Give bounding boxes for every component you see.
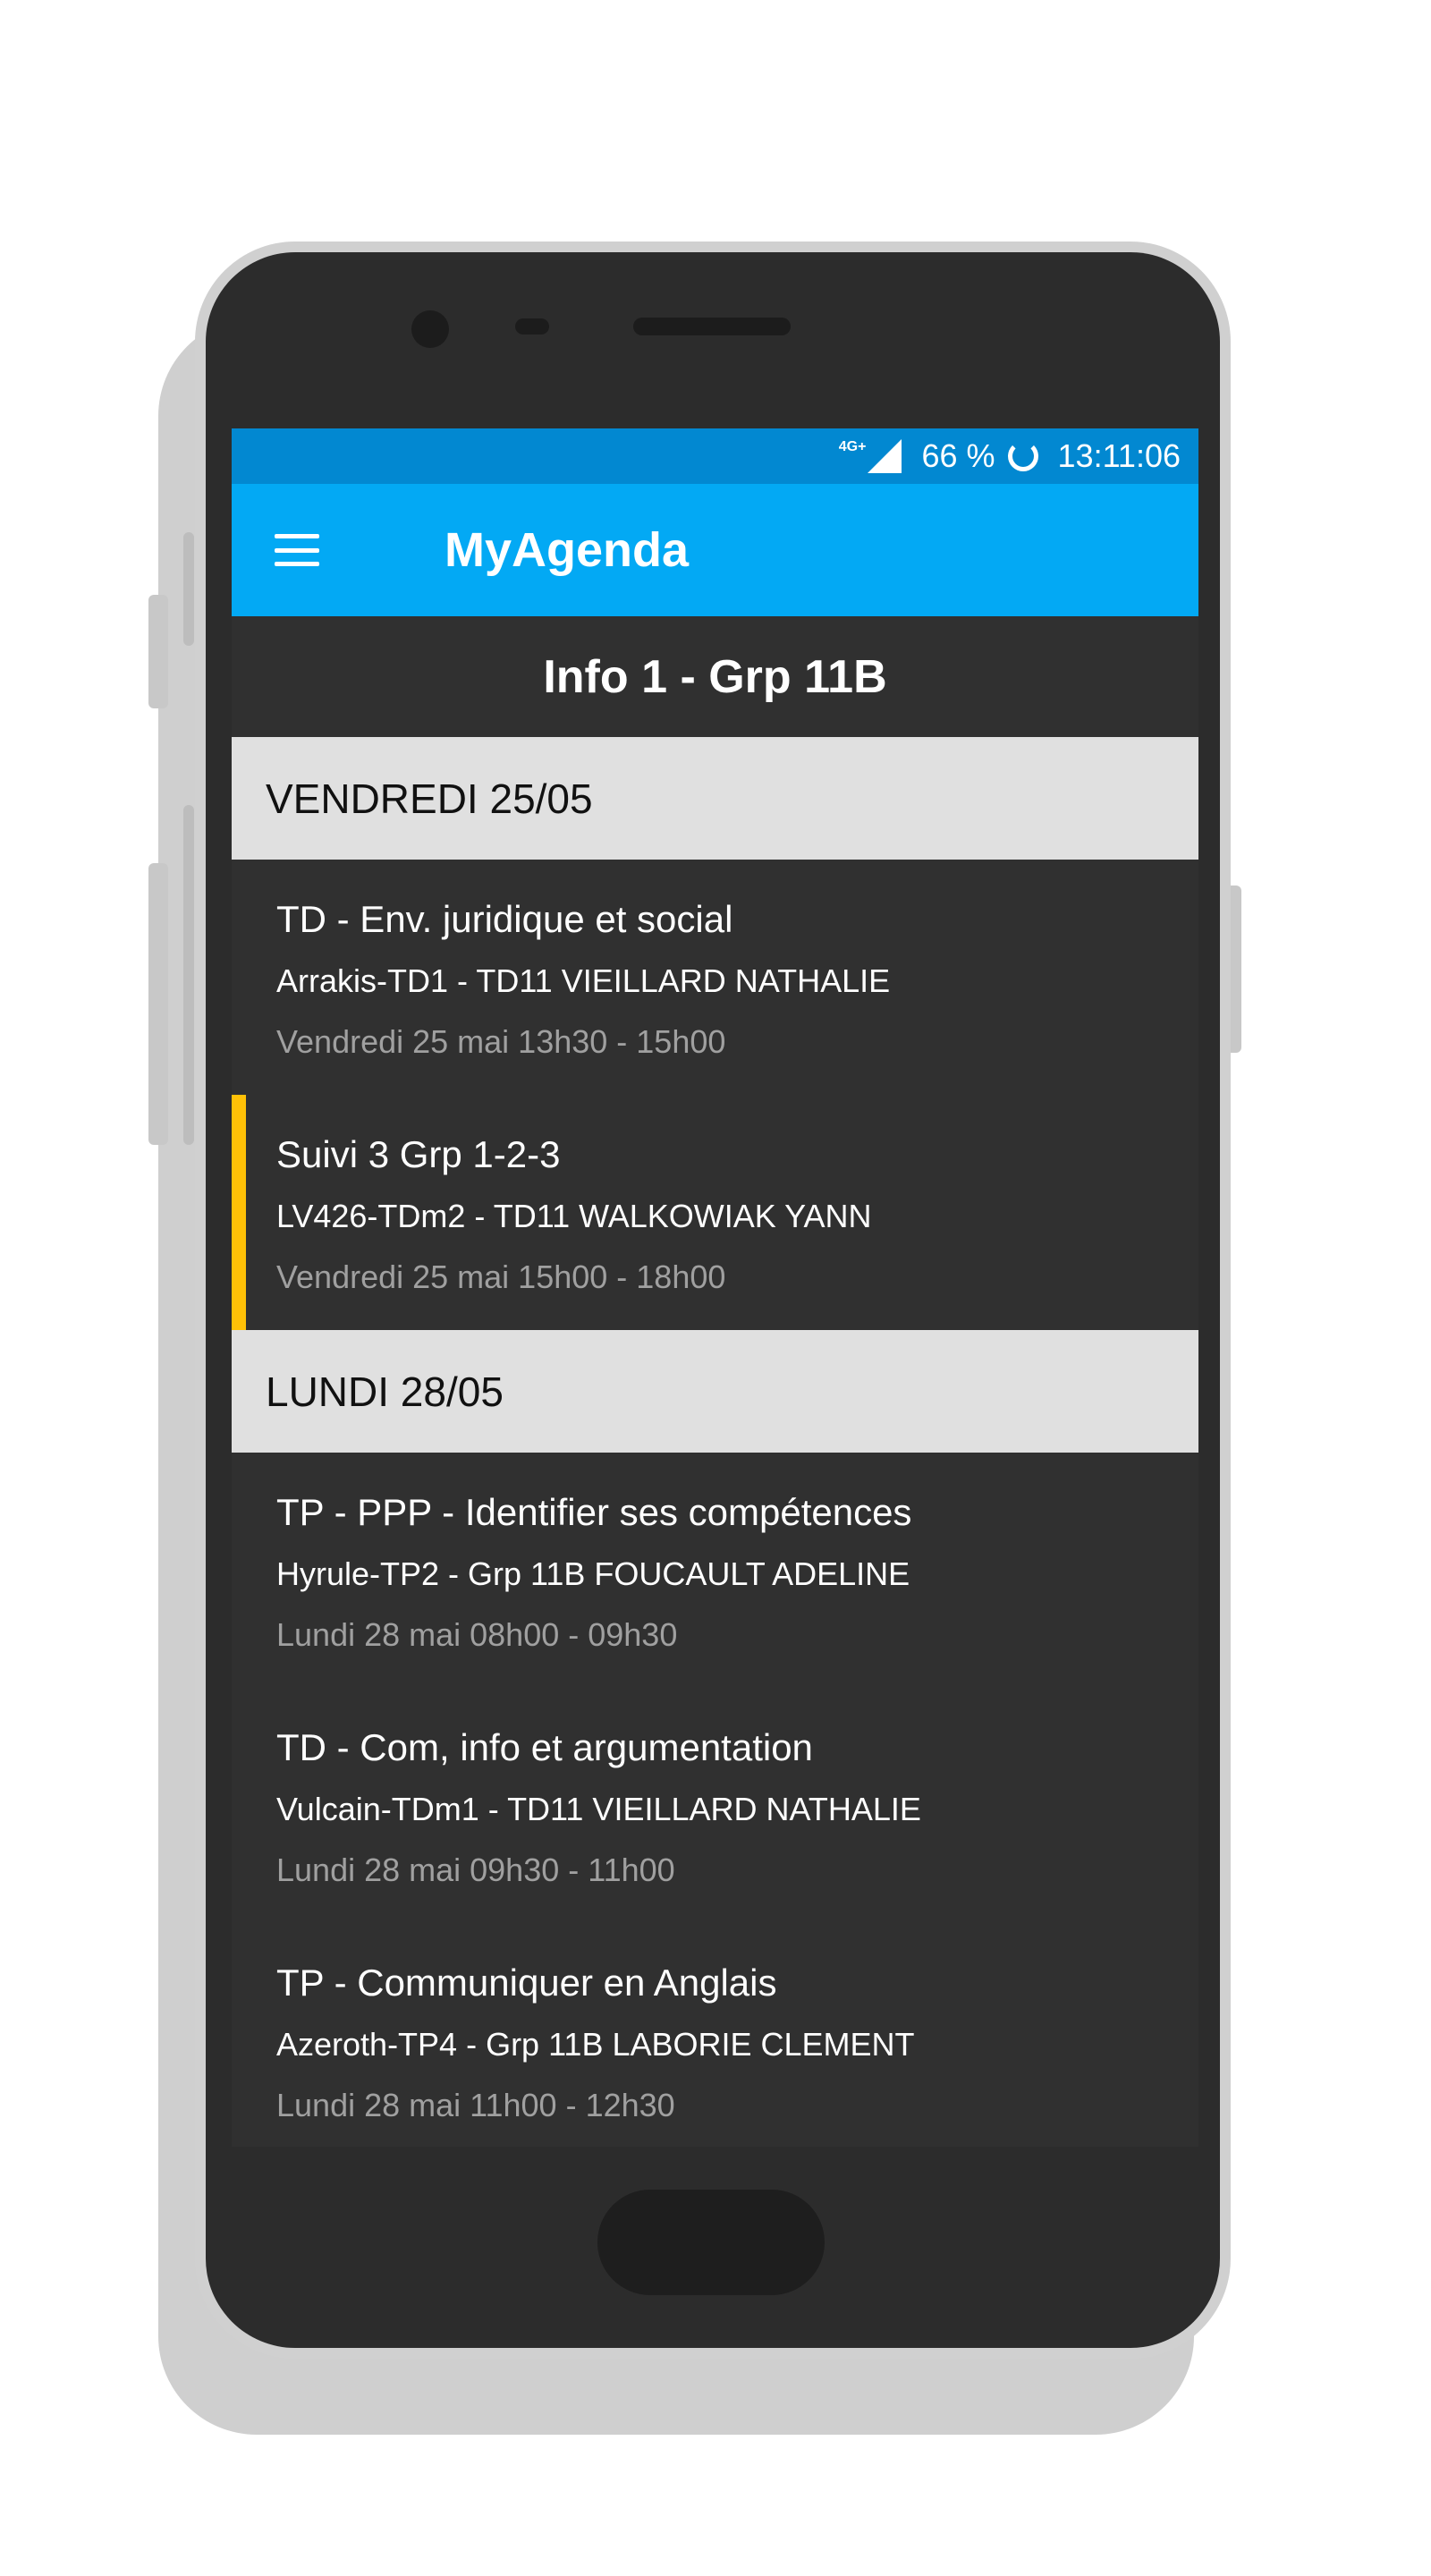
event-time: Lundi 28 mai 09h30 - 11h00 <box>276 1852 675 1888</box>
phone-side-button <box>183 805 194 1145</box>
event-time: Vendredi 25 mai 13h30 - 15h00 <box>276 1023 726 1060</box>
event-title: TP - PPP - Identifier ses compétences <box>276 1491 912 1533</box>
event-item[interactable]: Suivi 3 Grp 1-2-3 LV426-TDm2 - TD11 WALKO… <box>232 1095 1198 1330</box>
app-screen: 4G+ 66 % 13:11:06 MyAgenda Info 1 - Grp … <box>232 428 1198 2147</box>
app-bar: MyAgenda <box>232 484 1198 616</box>
event-room: Arrakis-TD1 - TD11 VIEILLARD NATHALIE <box>276 962 891 999</box>
event-room: Vulcain-TDm1 - TD11 VIEILLARD NATHALIE <box>276 1791 921 1827</box>
battery-charging-icon <box>1007 441 1038 471</box>
signal-icon <box>868 439 902 473</box>
volume-down-button <box>148 863 168 1145</box>
home-button[interactable] <box>597 2190 825 2295</box>
front-camera <box>411 310 449 348</box>
phone-side-button <box>183 532 194 646</box>
event-item[interactable]: TP - PPP - Identifier ses compétences Hyr… <box>232 1453 1198 1688</box>
day-header: LUNDI 28/05 <box>232 1330 1198 1453</box>
event-title: TD - Com, info et argumentation <box>276 1726 813 1768</box>
event-title: TD - Env. juridique et social <box>276 898 733 940</box>
event-room: Azeroth-TP4 - Grp 11B LABORIE CLEMENT <box>276 2026 915 2063</box>
event-title: Suivi 3 Grp 1-2-3 <box>276 1133 561 1175</box>
app-title: MyAgenda <box>445 523 690 577</box>
event-time: Lundi 28 mai 08h00 - 09h30 <box>276 1616 678 1653</box>
proximity-sensor <box>515 318 549 335</box>
event-time: Vendredi 25 mai 15h00 - 18h00 <box>276 1258 726 1295</box>
event-room: LV426-TDm2 - TD11 WALKOWIAK YANN <box>276 1198 872 1234</box>
clock: 13:11:06 <box>1057 437 1181 474</box>
event-title: TP - Communiquer en Anglais <box>276 1962 777 2004</box>
volume-up-button <box>148 595 168 708</box>
event-item[interactable]: TP - Communiquer en Anglais Azeroth-TP4 -… <box>232 1923 1198 2147</box>
day-header: VENDREDI 25/05 <box>232 737 1198 860</box>
network-indicator: 4G+ <box>839 439 902 473</box>
earpiece-speaker <box>633 318 791 335</box>
event-time: Lundi 28 mai 11h00 - 12h30 <box>276 2087 675 2123</box>
agenda-list[interactable]: VENDREDI 25/05 TD - Env. juridique et soc… <box>232 737 1198 2147</box>
battery-level: 66 % <box>921 437 995 474</box>
network-type: 4G+ <box>838 439 867 454</box>
group-title: Info 1 - Grp 11B <box>232 616 1198 737</box>
hamburger-menu-icon[interactable] <box>275 534 319 566</box>
status-bar: 4G+ 66 % 13:11:06 <box>232 428 1198 484</box>
event-item[interactable]: TD - Com, info et argumentation Vulcain-T… <box>232 1688 1198 1923</box>
event-item[interactable]: TD - Env. juridique et social Arrakis-TD1… <box>232 860 1198 1095</box>
event-room: Hyrule-TP2 - Grp 11B FOUCAULT ADELINE <box>276 1555 910 1592</box>
device-mockup: 4G+ 66 % 13:11:06 MyAgenda Info 1 - Grp … <box>0 0 1431 2576</box>
